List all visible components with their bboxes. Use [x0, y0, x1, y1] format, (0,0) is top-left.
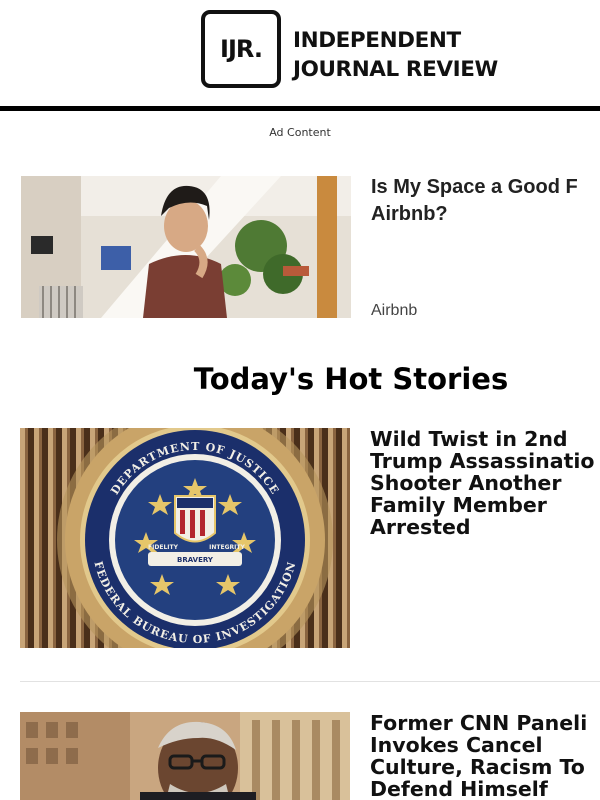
story-headline[interactable]: Wild Twist in 2nd Trump Assassinatio Sho…	[370, 428, 600, 538]
story-image[interactable]	[20, 712, 350, 800]
ad-photo-illustration	[21, 176, 351, 318]
story-divider	[20, 681, 600, 682]
ad-headline-line-2: Airbnb?	[371, 203, 448, 225]
seal-ribbon-right: INTEGRITY	[209, 544, 245, 551]
story-headline-line: Arrested	[370, 515, 471, 539]
story-headline-line: Shooter Another	[370, 471, 562, 495]
story-headline[interactable]: Former CNN Paneli Invokes Cancel Culture…	[370, 712, 600, 800]
panelist-photo	[20, 712, 350, 800]
story-headline-line: Invokes Cancel	[370, 733, 543, 757]
email-page: IJR. INDEPENDENT JOURNAL REVIEW Ad Conte…	[0, 0, 600, 800]
ad-image[interactable]	[21, 176, 351, 318]
logo-line-1: INDEPENDENT	[293, 28, 461, 53]
story-image[interactable]: DEPARTMENT OF JUSTICE FEDERAL BUREAU OF …	[20, 428, 350, 648]
story-headline-line: Trump Assassinatio	[370, 449, 595, 473]
ad-headline-line-1: Is My Space a Good F	[371, 176, 578, 198]
ad-headline[interactable]: Is My Space a Good F Airbnb?	[371, 174, 600, 228]
story-headline-line: Culture, Racism To	[370, 755, 585, 779]
story-headline-line: Family Member	[370, 493, 547, 517]
ad-content-label: Ad Content	[269, 126, 331, 139]
header-divider	[0, 106, 600, 111]
story-headline-line: Former CNN Paneli	[370, 711, 588, 735]
seal-ribbon-left: FIDELITY	[148, 544, 179, 551]
logo-wordmark[interactable]: INDEPENDENT JOURNAL REVIEW	[293, 26, 523, 84]
ijr-logo[interactable]: IJR.	[201, 10, 281, 88]
site-header: IJR. INDEPENDENT JOURNAL REVIEW	[0, 0, 600, 112]
fbi-seal-image: DEPARTMENT OF JUSTICE FEDERAL BUREAU OF …	[20, 428, 350, 648]
logo-line-2: JOURNAL REVIEW	[293, 57, 498, 82]
story-headline-line: Defend Himself	[370, 777, 548, 800]
story-headline-line: Wild Twist in 2nd	[370, 427, 568, 451]
ad-sponsor[interactable]: Airbnb	[371, 302, 417, 320]
logo-mark: IJR.	[220, 35, 263, 63]
seal-ribbon-center: BRAVERY	[177, 556, 214, 564]
section-title: Today's Hot Stories	[193, 362, 509, 396]
